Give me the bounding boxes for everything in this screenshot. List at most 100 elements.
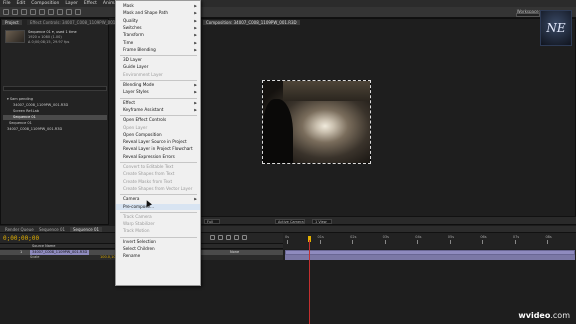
project-panel: Project Effect Controls: 34007_C008_1109… bbox=[0, 18, 128, 225]
menu-item-label: Environment Layer bbox=[123, 71, 163, 77]
menu-item[interactable]: Guide Layer bbox=[116, 64, 200, 70]
menu-item[interactable]: Mask ▶ bbox=[116, 3, 200, 9]
property-duration-bar bbox=[285, 255, 575, 260]
menu-item-label: 3D Layer bbox=[123, 57, 142, 63]
project-folder-row[interactable]: ▾ Sam pending bbox=[3, 97, 107, 102]
rotate-tool-icon[interactable] bbox=[30, 9, 36, 15]
brush-tool-icon[interactable] bbox=[75, 9, 81, 15]
frame-blend-icon[interactable] bbox=[226, 235, 231, 240]
menu-separator bbox=[120, 162, 197, 163]
composition-panel: Composition: 34007_C008_1109PW_001.R3D bbox=[200, 18, 576, 225]
motion-blur-icon[interactable] bbox=[234, 235, 239, 240]
menu-separator bbox=[120, 236, 197, 238]
menu-item[interactable]: Blending Mode ▶ bbox=[116, 82, 200, 88]
watermark-suffix: .com bbox=[550, 311, 570, 320]
pan-behind-tool-icon[interactable] bbox=[48, 9, 54, 15]
menu-item[interactable]: Keyframe Assistant ▶ bbox=[116, 107, 200, 113]
selection-tool-icon[interactable] bbox=[3, 9, 9, 15]
draft-3d-icon[interactable] bbox=[210, 235, 215, 240]
menu-edit[interactable]: Edit bbox=[17, 1, 26, 6]
menu-file[interactable]: File bbox=[3, 1, 11, 6]
menu-separator bbox=[120, 211, 197, 213]
tab-composition[interactable]: Composition: 34007_C008_1109PW_001.R3D bbox=[203, 20, 300, 25]
menu-item-label: Create Masks from Text bbox=[123, 178, 173, 184]
shy-icon[interactable] bbox=[218, 235, 223, 240]
graph-editor-icon[interactable] bbox=[242, 235, 247, 240]
tab-render-queue[interactable]: Render Queue bbox=[2, 227, 37, 232]
menu-item: Convert to Editable Text bbox=[116, 164, 200, 170]
watermark: wvideo.com bbox=[518, 311, 570, 320]
timeline-tabbar: Render Queue Sequence 01 Sequence 01 bbox=[0, 226, 576, 233]
workspace-select[interactable] bbox=[516, 13, 540, 17]
menu-item-label: Select Children bbox=[123, 246, 155, 251]
menu-item[interactable]: Pre-compose... bbox=[116, 203, 200, 210]
tab-sequence-b[interactable]: Sequence 01 bbox=[70, 227, 103, 232]
tools-toolbar bbox=[0, 7, 576, 18]
project-item-row[interactable]: 34007_C008_1109PW_001.R3D bbox=[3, 127, 107, 132]
tab-effect-controls[interactable]: Effect Controls: 34007_C008_1109PW_001.R… bbox=[27, 20, 128, 25]
menu-item-label: Convert to Editable Text bbox=[123, 164, 174, 169]
submenu-arrow-icon: ▶ bbox=[194, 47, 197, 52]
menu-item[interactable]: Transform ▶ bbox=[116, 32, 200, 38]
menu-item[interactable]: Reveal Layer Source in Project bbox=[116, 139, 200, 145]
menu-item[interactable]: Time ▶ bbox=[116, 40, 200, 46]
menubar: File Edit Composition Layer Effect Anima… bbox=[0, 0, 576, 7]
composition-viewer[interactable] bbox=[262, 80, 371, 164]
hand-tool-icon[interactable] bbox=[12, 9, 18, 15]
project-item-row[interactable]: 34007_C008_1109PW_001.R3D bbox=[3, 103, 107, 108]
project-info-duration: Δ 0;00;08;15, 29.97 fps bbox=[28, 40, 70, 44]
watermark-brand: wvideo bbox=[518, 311, 551, 320]
tab-project[interactable]: Project bbox=[2, 20, 22, 25]
current-timecode[interactable]: 0;00;00;00 bbox=[3, 235, 39, 242]
zoom-tool-icon[interactable] bbox=[21, 9, 27, 15]
menu-item[interactable]: Select Children bbox=[116, 246, 200, 252]
menu-separator bbox=[120, 194, 197, 196]
menu-layer[interactable]: Layer bbox=[65, 1, 78, 6]
menu-item[interactable]: Frame Blending ▶ bbox=[116, 47, 200, 53]
after-effects-window: File Edit Composition Layer Effect Anima… bbox=[0, 0, 576, 324]
menu-item[interactable]: 3D Layer bbox=[116, 57, 200, 63]
playhead-line[interactable] bbox=[309, 240, 310, 324]
ruler-tick bbox=[547, 240, 549, 244]
menu-item[interactable]: Invert Selection bbox=[116, 239, 200, 245]
menu-item-label: Create Shapes from Text bbox=[123, 171, 175, 177]
menu-item[interactable]: Open Effect Controls bbox=[116, 117, 200, 123]
tab-sequence-a[interactable]: Sequence 01 bbox=[36, 227, 69, 232]
menu-item: Track Camera bbox=[116, 214, 200, 220]
menu-item[interactable]: Reveal Layer in Project Flowchart bbox=[116, 146, 200, 152]
menu-item-label: Track Motion bbox=[123, 228, 150, 234]
menu-item[interactable]: Mask and Shape Path ▶ bbox=[116, 10, 200, 16]
project-search-input[interactable] bbox=[3, 86, 107, 91]
menu-item[interactable]: Switches ▶ bbox=[116, 25, 200, 31]
ruler-tick bbox=[384, 240, 386, 244]
camera-tool-icon[interactable] bbox=[39, 9, 45, 15]
menu-item[interactable]: Effect ▶ bbox=[116, 100, 200, 106]
ruler-tick bbox=[287, 240, 288, 244]
menu-separator bbox=[120, 97, 197, 99]
zoom-select[interactable]: Full bbox=[204, 219, 220, 224]
project-item-row[interactable]: Screen Ref.Lab bbox=[3, 109, 107, 114]
camera-select[interactable]: Active Camera bbox=[275, 219, 305, 224]
menu-item[interactable]: Camera ▶ bbox=[116, 196, 200, 202]
menu-item[interactable]: Open Composition bbox=[116, 132, 200, 138]
submenu-arrow-icon: ▶ bbox=[194, 25, 197, 30]
menu-effect[interactable]: Effect bbox=[84, 1, 97, 6]
submenu-arrow-icon: ▶ bbox=[194, 11, 197, 16]
views-select[interactable]: 1 View bbox=[312, 219, 332, 224]
menu-item-label: Camera bbox=[123, 196, 140, 202]
ruler-tick-label: 08s bbox=[545, 235, 552, 239]
project-item-row[interactable]: Sequence 01 bbox=[3, 121, 107, 126]
time-ruler[interactable]: 0s 01s 02s 03s 04s 05s 06s 07s 08s bbox=[283, 233, 576, 249]
text-tool-icon[interactable] bbox=[66, 9, 72, 15]
menu-item[interactable]: Reveal Expression Errors bbox=[116, 154, 200, 160]
menu-item[interactable]: Quality ▶ bbox=[116, 18, 200, 24]
menu-composition[interactable]: Composition bbox=[31, 1, 59, 6]
submenu-arrow-icon: ▶ bbox=[194, 100, 197, 105]
menu-item-label: Rename bbox=[123, 253, 141, 259]
layer-context-menu: Mask ▶ Mask and Shape Path ▶ Quality ▶ Switche… bbox=[115, 0, 201, 286]
pen-tool-icon[interactable] bbox=[57, 9, 63, 15]
project-item-row-selected[interactable]: Sequence 01 bbox=[3, 115, 107, 120]
menu-item[interactable]: Rename bbox=[116, 253, 200, 259]
menu-item[interactable]: Layer Styles ▶ bbox=[116, 89, 200, 95]
menu-item: Environment Layer bbox=[116, 72, 200, 78]
